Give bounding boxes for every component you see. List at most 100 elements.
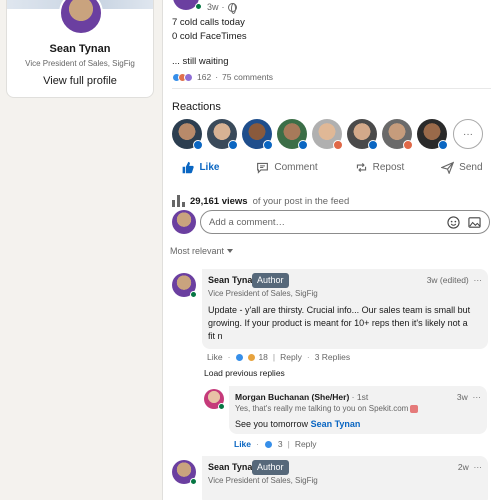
comment-bubble: Sean Tynan Author Vice President of Sale… <box>202 456 488 500</box>
post-views-row[interactable]: 29,161 views of your post in the feed <box>172 195 349 207</box>
reactor-avatar[interactable] <box>172 119 203 150</box>
reaction-badge-icon <box>193 140 203 150</box>
online-status-icon <box>190 291 197 298</box>
send-button[interactable]: Send <box>441 161 483 174</box>
comment-actions: Like · 18 | Reply · 3 Replies <box>207 352 351 362</box>
profile-avatar[interactable] <box>59 0 103 35</box>
comment-input-container[interactable] <box>200 210 490 234</box>
insightful-reaction-icon <box>184 72 193 82</box>
reply-actions: Like · 3 | Reply <box>234 439 317 449</box>
post-meta: 3w · <box>207 2 237 14</box>
reactions-title: Reactions <box>172 101 221 113</box>
reaction-badge-icon <box>228 140 238 150</box>
reply-body: See you tomorrow Sean Tynan <box>235 419 361 429</box>
like-label: Like <box>199 161 220 173</box>
reactor-avatar[interactable] <box>382 119 413 150</box>
reaction-badge-icon <box>333 140 343 150</box>
like-reaction-icon <box>263 439 273 449</box>
like-button[interactable]: Like <box>181 161 219 174</box>
repost-label: Repost <box>372 161 405 173</box>
comment-reply-button[interactable]: Reply <box>280 352 302 362</box>
mention-link[interactable]: Sean Tynan <box>311 419 361 429</box>
comment-label: Comment <box>274 161 318 173</box>
post-actions-bar: Like Comment Repost Send <box>163 154 500 180</box>
author-badge: Author <box>252 273 289 288</box>
analytics-bar-icon <box>172 195 185 207</box>
comment-time: 2w ··· <box>457 462 483 472</box>
comment-body: Update - y'all are thirsty. Crucial info… <box>208 305 471 341</box>
send-label: Send <box>459 161 483 173</box>
comment-time: 3w (edited) ··· <box>426 275 483 285</box>
my-avatar <box>172 210 196 234</box>
reactor-avatar[interactable] <box>242 119 273 150</box>
comment-button[interactable]: Comment <box>256 161 318 174</box>
profile-headline: Vice President of Sales, SigFig <box>25 59 135 68</box>
reply-like-button[interactable]: Like <box>234 439 251 449</box>
like-reaction-icon <box>235 352 245 362</box>
comment-reaction-count[interactable]: 18 <box>258 352 267 362</box>
reaction-badge-icon <box>368 140 378 150</box>
more-options-icon[interactable]: ··· <box>473 392 482 402</box>
reactor-avatar[interactable] <box>347 119 378 150</box>
connection-degree: · 1st <box>351 392 369 402</box>
post-text-line: ... still waiting <box>172 56 229 67</box>
reaction-badge-icon <box>403 140 413 150</box>
comment-bubble: Sean Tynan Author Vice President of Sale… <box>202 269 488 349</box>
reactor-avatar[interactable] <box>207 119 238 150</box>
reply-author-headline: Yes, that's really me talking to you on … <box>235 404 419 413</box>
reaction-badge-icon <box>298 140 308 150</box>
reply-bubble: Morgan Buchanan (She/Her) · 1st Yes, tha… <box>229 386 487 434</box>
profile-name[interactable]: Sean Tynan <box>7 43 153 55</box>
divider <box>172 88 491 89</box>
comments-count[interactable]: 75 comments <box>222 72 273 82</box>
caret-down-icon <box>227 249 234 253</box>
meta-separator: · <box>221 2 225 12</box>
send-icon <box>441 161 455 174</box>
comment-icon <box>257 162 269 174</box>
post-text-line: 0 cold FaceTimes <box>172 31 247 42</box>
repost-button[interactable]: Repost <box>355 161 405 174</box>
comment-author-name[interactable]: Sean Tynan <box>208 462 258 472</box>
views-count: 29,161 views <box>190 195 248 207</box>
comment-author-headline: Vice President of Sales, SigFig <box>208 476 318 485</box>
celebrate-reaction-icon <box>247 352 257 362</box>
reply-reply-button[interactable]: Reply <box>295 439 317 449</box>
reaction-badge-icon <box>438 140 448 150</box>
reaction-badge-icon <box>263 140 273 150</box>
more-reactors-button[interactable]: ··· <box>453 119 483 149</box>
counts-separator: · <box>215 72 219 82</box>
view-full-profile-link[interactable]: View full profile <box>7 75 153 87</box>
comment-author-headline: Vice President of Sales, SigFig <box>208 289 318 298</box>
more-options-icon[interactable]: ··· <box>474 462 483 472</box>
comment-input[interactable] <box>209 216 439 228</box>
post-age: 3w <box>207 2 219 12</box>
comment-like-button[interactable]: Like <box>207 352 223 362</box>
profile-card: Sean Tynan Vice President of Sales, SigF… <box>6 0 154 98</box>
reactor-avatar[interactable] <box>417 119 448 150</box>
author-badge: Author <box>252 460 289 475</box>
replies-count[interactable]: 3 Replies <box>315 352 350 362</box>
post-card: 3w · 7 cold calls today 0 cold FaceTimes… <box>162 0 500 500</box>
reactor-avatar[interactable] <box>312 119 343 150</box>
load-previous-replies-link[interactable]: Load previous replies <box>204 368 285 378</box>
more-options-icon[interactable]: ··· <box>474 275 483 285</box>
globe-icon <box>227 2 237 14</box>
emoji-icon[interactable] <box>447 215 460 229</box>
sort-comments-dropdown[interactable]: Most relevant <box>170 246 234 256</box>
social-counts[interactable]: 162 · 75 comments <box>172 72 273 82</box>
reactor-avatar[interactable] <box>277 119 308 150</box>
thumbs-up-icon <box>183 161 195 173</box>
sort-label: Most relevant <box>170 246 225 256</box>
reply-time: 3w ··· <box>456 392 482 402</box>
image-icon[interactable] <box>468 216 481 229</box>
online-status-icon <box>190 478 197 485</box>
reaction-count[interactable]: 162 <box>197 72 211 82</box>
comment-author-name[interactable]: Sean Tynan <box>208 275 258 285</box>
online-status-icon <box>218 403 225 410</box>
emoji-icon <box>410 404 419 413</box>
views-suffix: of your post in the feed <box>252 195 350 207</box>
reply-reaction-count[interactable]: 3 <box>278 439 283 449</box>
reply-author-name[interactable]: Morgan Buchanan (She/Her) · 1st <box>235 392 368 402</box>
repost-icon <box>356 162 366 172</box>
post-text-line: 7 cold calls today <box>172 17 245 28</box>
